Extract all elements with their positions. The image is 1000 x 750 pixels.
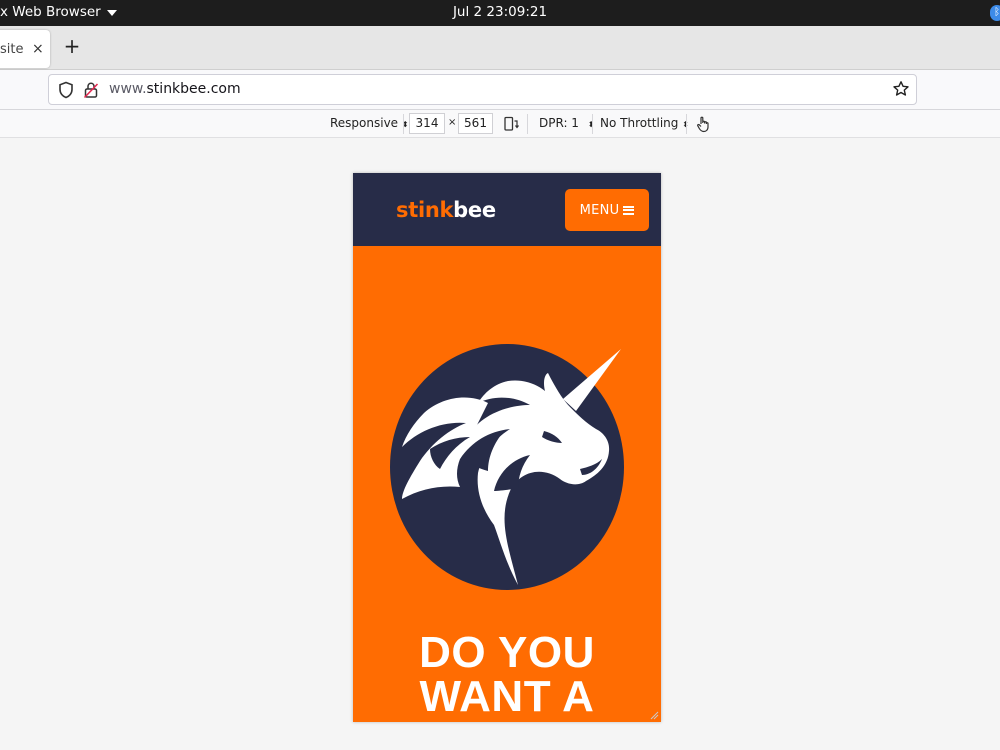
lock-icon[interactable] xyxy=(83,81,99,99)
viewport-height-input[interactable]: 561 xyxy=(458,113,493,134)
responsive-design-toolbar: Responsive ⬍ 314 × 561 DPR: 1 ⬍ No Throt… xyxy=(0,110,1000,138)
logo-bee: bee xyxy=(453,198,496,222)
divider xyxy=(527,114,528,134)
divider xyxy=(592,114,593,134)
hero-headline: DO YOU WANT A xyxy=(353,631,661,719)
throttling-selector[interactable]: No Throttling ⬍ xyxy=(600,116,689,130)
touch-simulation-icon[interactable] xyxy=(695,115,711,133)
divider xyxy=(686,114,687,134)
tab-close-icon[interactable]: × xyxy=(32,41,44,57)
url-domain: stinkbee.com xyxy=(146,81,241,97)
system-top-bar: x Web Browser Jul 2 23:09:21 ᛒ xyxy=(0,0,1000,26)
navigation-bar: www.stinkbee.com xyxy=(0,70,1000,110)
bookmark-star-icon[interactable] xyxy=(892,80,910,98)
rotate-device-icon[interactable] xyxy=(503,116,519,132)
logo-stink: stink xyxy=(396,198,454,222)
url-bar[interactable]: www.stinkbee.com xyxy=(48,74,917,105)
divider xyxy=(403,114,404,134)
new-tab-button[interactable]: + xyxy=(62,34,82,60)
app-name: x Web Browser xyxy=(0,4,101,20)
caret-down-icon xyxy=(106,9,117,16)
site-logo[interactable]: stinkbee xyxy=(396,198,496,222)
headline-line-1: DO YOU xyxy=(419,628,595,677)
site-header: stinkbee MENU xyxy=(353,173,661,246)
tab-title: site xyxy=(0,41,24,57)
unicorn-logo-icon xyxy=(390,344,624,590)
tab-active[interactable]: site × xyxy=(0,30,50,68)
tab-strip: site × xyxy=(0,26,1000,70)
dpr-selector[interactable]: DPR: 1 ⬍ xyxy=(539,116,594,130)
bluetooth-icon[interactable]: ᛒ xyxy=(990,5,1000,21)
headline-line-2: WANT A xyxy=(419,672,595,721)
resize-grip-icon[interactable] xyxy=(649,710,659,720)
viewport-width-input[interactable]: 314 xyxy=(409,113,445,134)
hamburger-icon xyxy=(623,205,635,215)
clock[interactable]: Jul 2 23:09:21 xyxy=(453,4,547,20)
dpr-label: DPR: 1 xyxy=(539,116,579,130)
shield-icon[interactable] xyxy=(57,81,75,99)
menu-label: MENU xyxy=(579,202,620,218)
menu-button[interactable]: MENU xyxy=(565,189,649,231)
device-selector-label: Responsive xyxy=(330,116,399,130)
app-menu[interactable]: x Web Browser xyxy=(0,4,117,20)
throttling-label: No Throttling xyxy=(600,116,679,130)
url-prefix: www. xyxy=(109,81,147,97)
device-viewport: stinkbee MENU DO YOU WANT A xyxy=(353,173,661,722)
url-text[interactable]: www.stinkbee.com xyxy=(109,81,241,97)
times-sign: × xyxy=(448,117,457,128)
device-selector[interactable]: Responsive ⬍ xyxy=(330,116,409,130)
